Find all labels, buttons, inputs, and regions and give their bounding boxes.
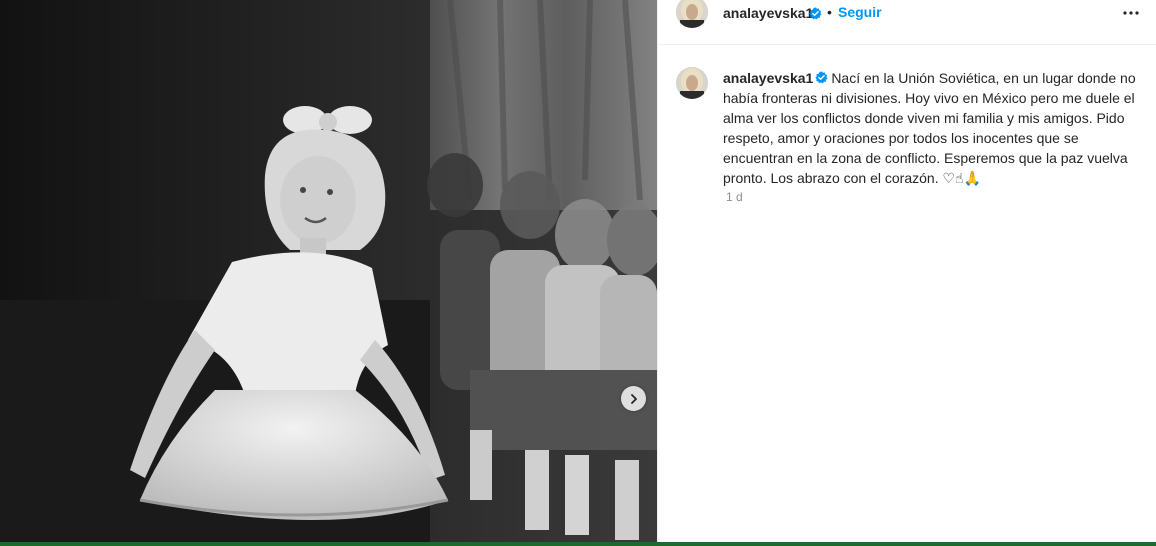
separator-dot: • [827,4,832,20]
post-timestamp[interactable]: 1 d [726,190,743,204]
post-photo[interactable] [0,0,657,542]
next-photo-button[interactable] [621,386,646,411]
verified-badge-icon [815,71,828,84]
avatar-image [676,67,708,99]
photo-image [0,0,657,542]
avatar[interactable] [676,0,708,28]
post-header: analayevska1 • Seguir [658,0,1156,45]
chevron-right-icon [630,393,637,404]
avatar-image [676,0,708,28]
bottom-border-bar [0,542,1156,546]
follow-button[interactable]: Seguir [838,4,882,20]
caption-username-link[interactable]: analayevska1 [723,70,813,86]
caption-emojis: ♡☝🙏 [942,171,981,187]
post-caption: analayevska1 Nací en la Unión Soviética,… [723,68,1143,189]
caption-text: Nací en la Unión Soviética, en un lugar … [723,70,1136,186]
username-link[interactable]: analayevska1 [723,5,813,21]
post-side-panel: analayevska1 • Seguir analayevska1 Nací … [657,0,1156,542]
caption-avatar[interactable] [676,67,708,99]
verified-badge-icon [809,7,822,20]
more-options-icon[interactable] [1120,3,1142,21]
